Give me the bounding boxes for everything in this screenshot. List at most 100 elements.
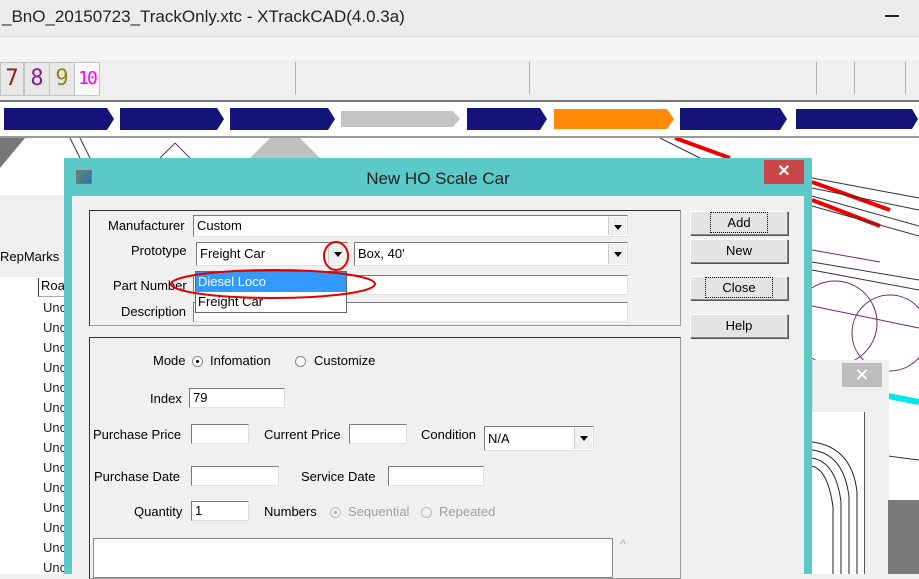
map-segment-2 [120, 108, 224, 130]
chevron-down-icon[interactable] [608, 217, 626, 235]
prototype-dropdown-list[interactable]: Diesel Loco Freight Car [195, 271, 347, 313]
chevron-down-icon[interactable] [328, 244, 346, 264]
index-input[interactable]: 79 [189, 388, 285, 408]
list-item[interactable]: Unc [43, 300, 66, 315]
scroll-up-icon[interactable]: ^ [620, 537, 626, 551]
list-item[interactable]: Unc [43, 440, 66, 455]
list-item[interactable]: Unc [43, 560, 66, 575]
map-segment-4 [341, 111, 460, 127]
map-segment-8 [796, 109, 918, 129]
dropdown-option-freight-car[interactable]: Freight Car [196, 292, 346, 312]
layer-button-8[interactable]: 8 [24, 62, 50, 96]
layer-label: 7 [5, 66, 19, 91]
map-segment-7 [680, 108, 787, 130]
toolbar-separator [905, 62, 906, 94]
map-segment-1 [4, 108, 114, 130]
current-price-input[interactable] [349, 424, 407, 444]
dropdown-option-diesel-loco[interactable]: Diesel Loco [196, 272, 346, 292]
list-item[interactable]: Unc [43, 400, 66, 415]
numbers-sequential-radio[interactable] [330, 507, 341, 518]
manufacturer-value: Custom [197, 218, 242, 233]
close-label: Close [705, 277, 773, 298]
list-item[interactable]: Unc [43, 480, 66, 495]
service-date-input[interactable] [388, 466, 484, 486]
map-segment-5 [467, 108, 547, 130]
index-label: Index [150, 391, 182, 406]
list-item[interactable]: Unc [43, 360, 66, 375]
condition-combobox[interactable]: N/A [484, 426, 594, 451]
layer-toolbar [0, 60, 919, 102]
list-item[interactable]: Unc [43, 320, 66, 335]
repmarks-label[interactable]: RepMarks [0, 249, 59, 264]
current-price-label: Current Price [264, 427, 341, 442]
mode-information-radio[interactable] [192, 356, 203, 367]
list-item[interactable]: Unc [43, 340, 66, 355]
description-label: Description [121, 304, 187, 319]
quantity-label: Quantity [134, 504, 183, 519]
map-segment-3 [230, 108, 335, 130]
part-number-label: Part Number [113, 278, 187, 293]
minimize-button[interactable] [880, 6, 902, 26]
prototype-type-combobox[interactable]: Box, 40' [354, 242, 628, 266]
preview-track-drawing [811, 441, 858, 574]
left-pane-band [0, 195, 70, 237]
new-label: New [725, 243, 752, 258]
background-dialog-preview [811, 412, 865, 574]
chevron-down-icon[interactable] [574, 428, 592, 449]
purchase-price-label: Purchase Price [93, 427, 182, 442]
prototype-label: Prototype [131, 243, 187, 258]
close-button[interactable]: Close [690, 276, 788, 300]
layer-label: 10 [78, 68, 98, 89]
numbers-repeated-radio[interactable] [421, 507, 432, 518]
map-segments [4, 108, 918, 130]
prototype-type-value: Box, 40' [358, 246, 405, 261]
prototype-combobox[interactable]: Freight Car [196, 242, 348, 266]
layer-label: 8 [30, 66, 44, 91]
purchase-date-input[interactable] [191, 466, 279, 486]
numbers-sequential-label[interactable]: Sequential [348, 504, 409, 519]
new-car-dialog: New HO Scale Car ✕ Manufacturer Custom P… [64, 158, 812, 579]
mode-label: Mode [153, 353, 186, 368]
condition-value: N/A [488, 431, 510, 446]
divider [599, 196, 600, 574]
help-button[interactable]: Help [690, 314, 788, 338]
prototype-value: Freight Car [200, 246, 266, 261]
toolbar-separator [529, 62, 530, 94]
list-item[interactable]: Unc [43, 420, 66, 435]
dialog-body: Manufacturer Custom Prototype Freight Ca… [72, 196, 804, 579]
add-label: Add [710, 212, 768, 233]
toolbar-separator [295, 62, 296, 94]
map-segment-6 [554, 109, 674, 129]
mode-information-label[interactable]: Infomation [210, 353, 271, 368]
chevron-down-icon[interactable] [608, 244, 626, 264]
list-item[interactable]: Unc [43, 500, 66, 515]
background-dialog-close-button[interactable]: ✕ [842, 363, 882, 387]
numbers-repeated-label[interactable]: Repeated [439, 504, 495, 519]
manufacturer-label: Manufacturer [108, 218, 185, 233]
menu-toolbar [0, 37, 919, 60]
layer-button-10[interactable]: 10 [74, 62, 100, 96]
toolbar-separator [854, 62, 855, 94]
manufacturer-combobox[interactable]: Custom [193, 215, 628, 237]
purchase-price-input[interactable] [191, 424, 249, 444]
numbers-label: Numbers [264, 504, 317, 519]
mode-customize-radio[interactable] [295, 356, 306, 367]
condition-label: Condition [421, 427, 476, 442]
background-panel [888, 500, 919, 574]
list-item[interactable]: Unc [43, 520, 66, 535]
dialog-title: New HO Scale Car [366, 169, 510, 188]
add-button[interactable]: Add [690, 211, 788, 235]
purchase-date-label: Purchase Date [94, 469, 180, 484]
notes-textarea[interactable] [93, 538, 613, 578]
new-button[interactable]: New [690, 239, 788, 263]
map-strip [0, 102, 919, 138]
dialog-title-bar[interactable]: New HO Scale Car ✕ [64, 158, 812, 196]
layer-button-7[interactable]: 7 [0, 62, 24, 96]
quantity-input[interactable]: 1 [191, 501, 249, 521]
mode-customize-label[interactable]: Customize [314, 353, 375, 368]
list-item[interactable]: Unc [43, 540, 66, 555]
list-item[interactable]: Unc [43, 380, 66, 395]
list-item[interactable]: Unc [43, 460, 66, 475]
layer-button-9[interactable]: 9 [49, 62, 75, 96]
dialog-close-button[interactable]: ✕ [764, 160, 804, 184]
